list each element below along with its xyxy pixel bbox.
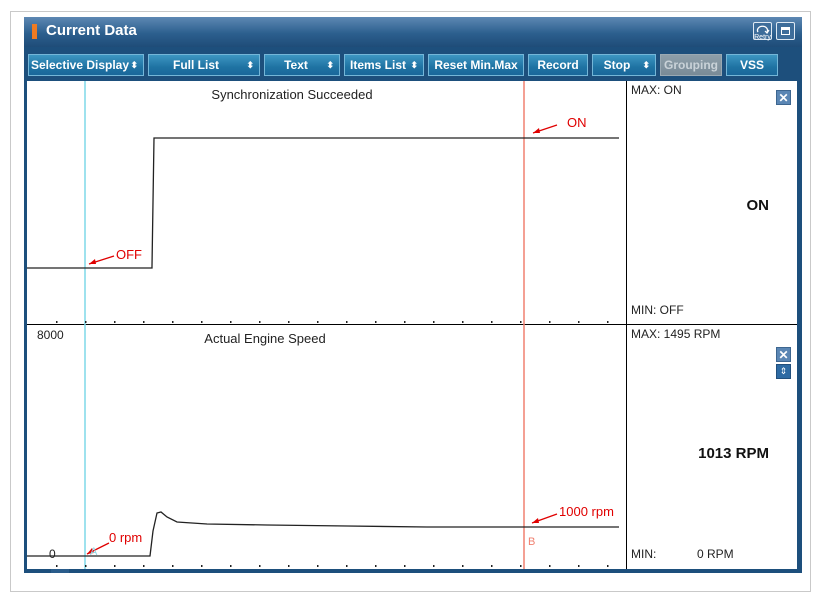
y-axis-min-label: 0: [49, 547, 56, 561]
engine-speed-info-panel: MAX: 1495 RPM 1013 RPM MIN: 0 RPM: [627, 325, 797, 569]
annotation-off-label: OFF: [116, 247, 142, 262]
engine-speed-current-value: 1013 RPM: [698, 445, 769, 462]
annotation-0rpm-label: 0 rpm: [109, 530, 143, 545]
retry-icon[interactable]: Retry: [753, 22, 772, 41]
spinner-icon: ⬍: [130, 60, 138, 70]
spinner-icon: ⬍: [246, 60, 254, 70]
full-list-label: Full List: [173, 58, 219, 72]
spinner-icon: ⬍: [410, 60, 418, 70]
close-engine-speed-graph-button[interactable]: ✕: [776, 347, 791, 362]
spinner-icon: ⬍: [642, 60, 650, 70]
sync-graph-plot: [27, 81, 619, 325]
selective-display-button[interactable]: Selective Display ⬍: [28, 54, 144, 76]
retry-label: Retry: [754, 34, 771, 41]
title-marker-icon: [32, 24, 37, 39]
scale-updown-icon[interactable]: ⇕: [776, 364, 791, 379]
record-label: Record: [537, 58, 579, 72]
text-label: Text: [284, 58, 308, 72]
annotation-on-label: ON: [567, 115, 587, 130]
engine-speed-max-label: MAX: 1495 RPM: [631, 327, 721, 341]
sync-info-panel: MAX: ON ON MIN: OFF: [627, 81, 797, 325]
scroll-handle[interactable]: [51, 569, 69, 573]
sync-min-label: MIN: OFF: [631, 303, 684, 317]
items-list-label: Items List: [349, 58, 406, 72]
engine-speed-graph[interactable]: 8000 Actual Engine Speed A B 0 0 rpm 100…: [27, 325, 627, 569]
maximize-icon[interactable]: [776, 22, 795, 40]
annotation-1000rpm-label: 1000 rpm: [559, 504, 614, 519]
stop-button[interactable]: Stop ⬍: [592, 54, 656, 76]
record-button[interactable]: Record: [528, 54, 588, 76]
sync-current-value: ON: [746, 197, 770, 214]
full-list-button[interactable]: Full List ⬍: [148, 54, 260, 76]
window-title: Current Data: [46, 22, 137, 39]
x-tick-marks: [56, 321, 609, 323]
current-data-window: Current Data Retry Selective Display ⬍ F…: [24, 17, 802, 573]
items-list-button[interactable]: Items List ⬍: [344, 54, 424, 76]
vss-button[interactable]: VSS: [726, 54, 778, 76]
grouping-label: Grouping: [664, 58, 718, 72]
toolbar: Selective Display ⬍ Full List ⬍ Text ⬍ I…: [24, 47, 802, 81]
cursor-b-label: B: [528, 536, 536, 548]
maximize-glyph: [781, 27, 790, 35]
retry-arrow-icon: [756, 25, 770, 34]
close-sync-graph-button[interactable]: ✕: [776, 90, 791, 105]
spinner-icon: ⬍: [326, 60, 334, 70]
grouping-button[interactable]: Grouping: [660, 54, 722, 76]
cursor-a-label: A: [90, 546, 98, 558]
vss-label: VSS: [739, 58, 764, 72]
reset-min-max-button[interactable]: Reset Min.Max: [428, 54, 524, 76]
title-bar: Current Data Retry: [24, 17, 802, 47]
annotation-1000rpm: [531, 513, 558, 524]
annotation-off: [88, 255, 115, 265]
reset-min-max-label: Reset Min.Max: [434, 58, 518, 72]
sync-graph[interactable]: Synchronization Succeeded OFF ON: [27, 81, 627, 325]
stop-label: Stop: [603, 58, 631, 72]
selective-display-label: Selective Display: [30, 58, 130, 72]
engine-speed-min-label: MIN:: [631, 547, 657, 561]
x-tick-marks: [56, 565, 609, 567]
annotation-on: [532, 124, 558, 134]
text-button[interactable]: Text ⬍: [264, 54, 340, 76]
graph-panel-area: Synchronization Succeeded OFF ON MAX: ON…: [27, 81, 797, 569]
engine-speed-min-value: 0 RPM: [697, 547, 734, 561]
sync-max-label: MAX: ON: [631, 83, 682, 97]
